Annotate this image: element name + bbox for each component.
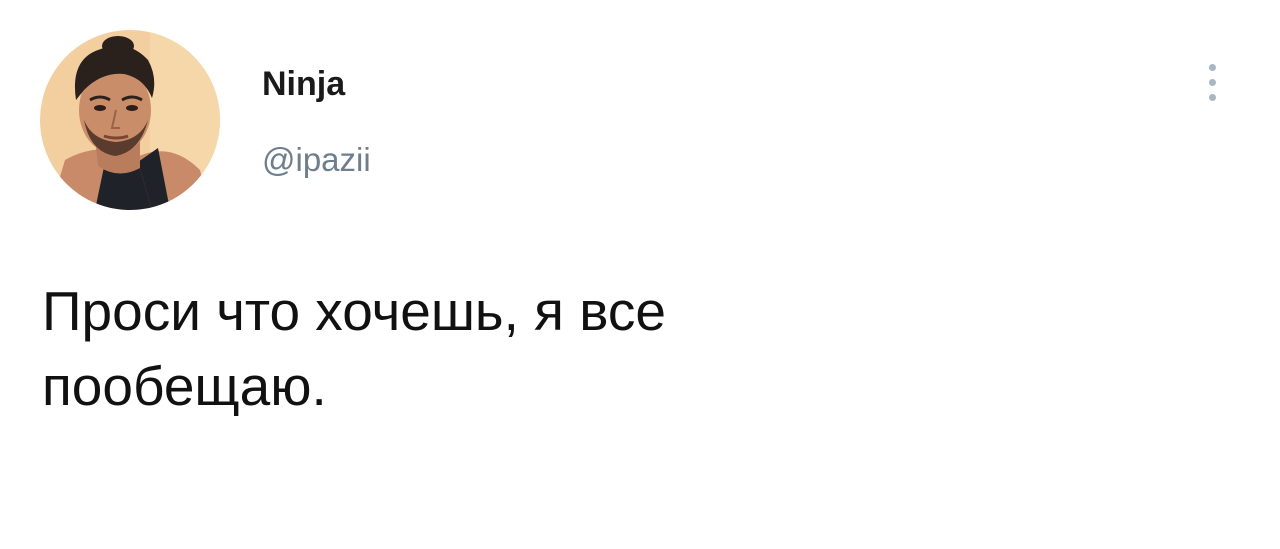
menu-dot xyxy=(1209,64,1216,71)
author-avatar[interactable] xyxy=(40,30,220,210)
author-display-name[interactable]: Ninja xyxy=(262,64,345,104)
menu-dot xyxy=(1209,94,1216,101)
avatar-photo-icon xyxy=(40,30,220,210)
author-handle[interactable]: @ipazii xyxy=(262,140,371,180)
tweet-card: Ninja @ipazii Проси что хочешь, я все по… xyxy=(0,0,1280,549)
menu-dot xyxy=(1209,79,1216,86)
more-vertical-icon[interactable] xyxy=(1198,58,1228,108)
tweet-text: Проси что хочешь, я все пообещаю. xyxy=(42,280,666,417)
